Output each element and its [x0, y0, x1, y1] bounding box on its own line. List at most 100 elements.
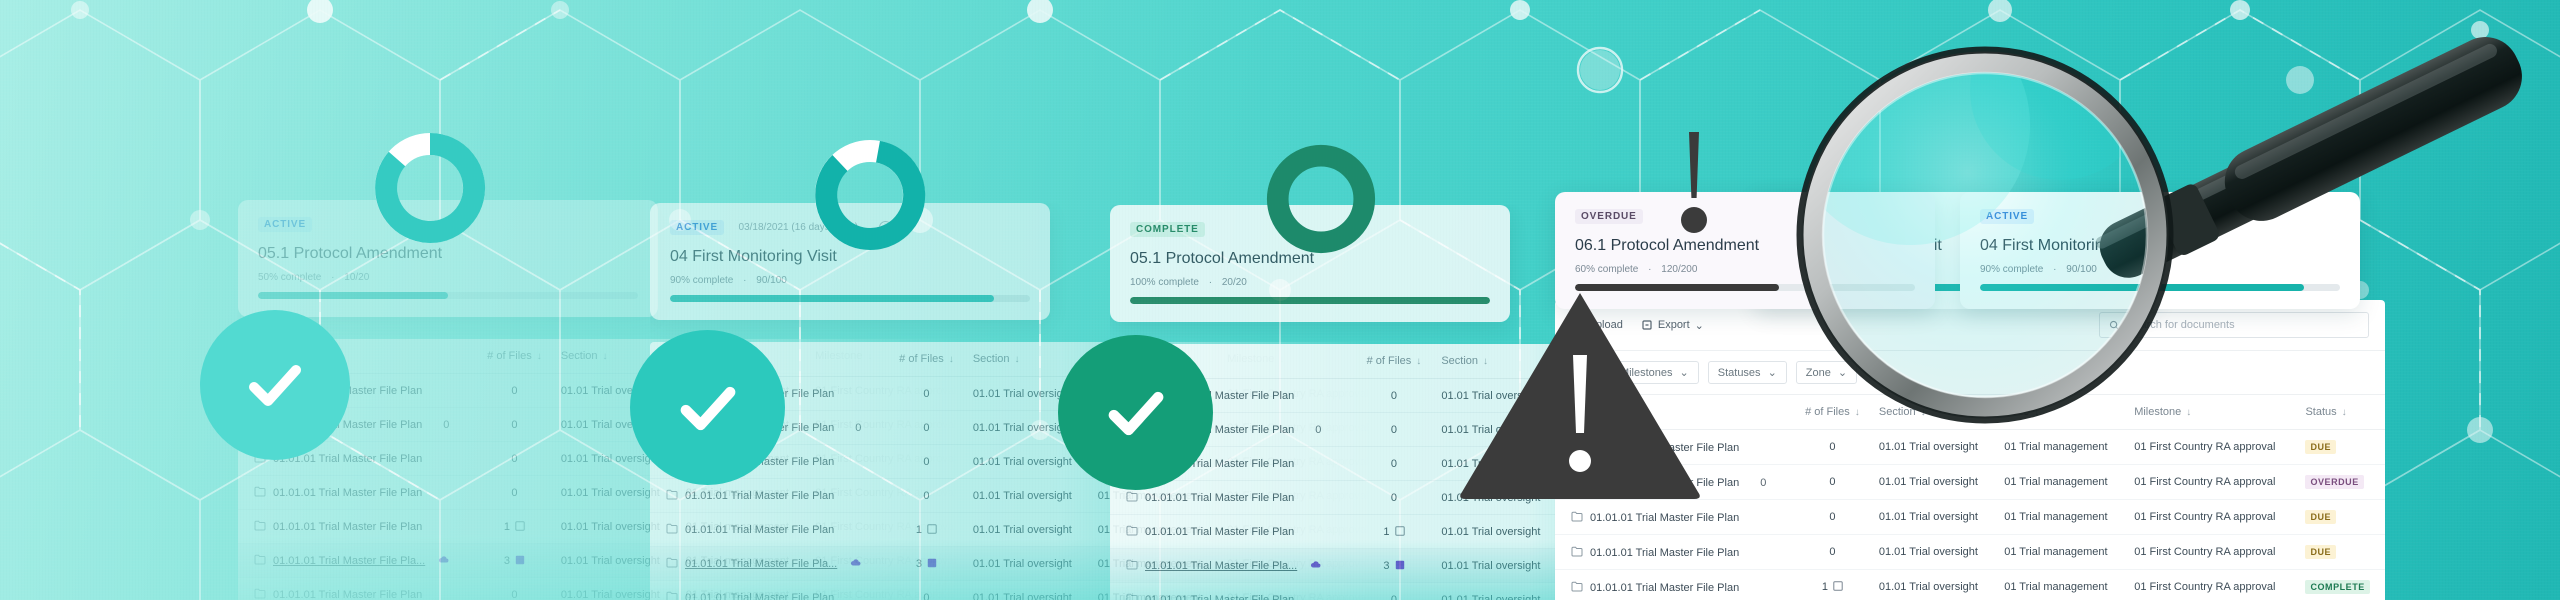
cell-name[interactable]: 01.01.01 Trial Master File Plan [1110, 582, 1355, 600]
separator-dot: · [2053, 264, 2057, 275]
sort-arrow-down-icon: ↓ [602, 351, 608, 362]
document-link-icon [1394, 525, 1405, 536]
cell-files: 0 [888, 376, 965, 411]
check-circle-icon [1058, 335, 1213, 490]
col-status[interactable]: Status ↓ [2297, 395, 2385, 430]
cell-files: 0 [888, 580, 965, 600]
progress-bar-fill [258, 292, 448, 299]
cell-name[interactable]: 01.01.01 Trial Master File Pla... [650, 546, 889, 581]
exclamation-mark-icon [1681, 132, 1707, 233]
donut-progress-ring [1266, 144, 1376, 254]
separator-dot: · [331, 272, 335, 283]
cell-status: OVERDUE [2297, 464, 2385, 500]
cell-files: 0 [1793, 499, 1871, 535]
col-section[interactable]: Section ↓ [1870, 395, 1997, 430]
progress-bar-fill [1980, 284, 2304, 291]
sort-arrow-down-icon: ↓ [948, 354, 954, 365]
cell-zone: 01 Trial management [1996, 499, 2127, 535]
search-icon [2109, 320, 2119, 330]
filter-statuses[interactable]: Statuses ⌄ [1707, 361, 1787, 384]
card-progress-text: 90% complete · 90/100 [1980, 264, 2340, 275]
cell-section: 01.01 Trial oversight [1870, 499, 1997, 535]
folder-icon [1571, 511, 1583, 521]
col-zone[interactable]: Zone↓ [1996, 395, 2127, 430]
card-title: 06.1 Protocol Amendment [1575, 237, 1760, 254]
cell-status: DUE [2297, 429, 2385, 465]
cell-name[interactable]: 01.01.01 Trial Master File Plan [1555, 569, 1794, 600]
card-title: 05.1 Protocol Amendment [258, 245, 443, 262]
cell-files: 1 [476, 509, 553, 544]
percent-text: 90% complete [670, 275, 734, 286]
cell-milestone: 01 First Country RA approval [2126, 429, 2298, 465]
cell-name[interactable]: 01.01.01 Trial Master File Plan [650, 478, 889, 513]
col-files[interactable]: # of Files ↓ [1793, 395, 1871, 430]
document-filled-icon [515, 555, 525, 564]
cell-milestone: 01 First Country RA approval [2126, 569, 2298, 600]
cell-name[interactable]: 01.01.01 Trial Master File Plan [1555, 534, 1794, 570]
cell-section: 01.01 Trial oversight [1433, 514, 1562, 549]
percent-text: 50% complete [258, 272, 322, 283]
table-row[interactable]: 01.01.01 Trial Master File Plan 1 01.01 Tr… [1555, 569, 2385, 600]
sort-arrow-down-icon: ↓ [1920, 407, 1926, 418]
search-input[interactable]: Search for documents [2099, 312, 2369, 338]
status-badge: DUE [2305, 510, 2337, 524]
separator-dot: · [743, 275, 747, 286]
cell-name[interactable]: 01.01.01 Trial Master File Plan [1555, 499, 1794, 535]
sort-arrow-down-icon: ↓ [536, 351, 542, 362]
folder-icon [666, 591, 678, 600]
chevron-down-icon: ⌄ [1837, 367, 1848, 379]
shared-cloud-icon [851, 559, 861, 566]
folder-icon [666, 489, 678, 500]
cell-section: 01.01 Trial oversight [1870, 464, 1997, 500]
col-files[interactable]: # of Files ↓ [888, 342, 965, 377]
count-text: 20/20 [1221, 277, 1247, 288]
percent-text: 100% complete [1130, 277, 1199, 288]
progress-bar [1130, 297, 1490, 304]
cell-files: 0 [1354, 582, 1434, 600]
count-text: 10/20 [344, 272, 370, 283]
cell-files: 0 [476, 407, 553, 442]
warning-triangle-icon [1460, 293, 1700, 499]
cell-section: 01.01 Trial oversight [1433, 548, 1562, 583]
cell-files: 1 [888, 512, 965, 547]
sort-arrow-down-icon: ↓ [2341, 407, 2347, 418]
cell-files: 0 [888, 444, 965, 479]
milestone-card[interactable]: ACTIVE 04 First Monitoring Visit 90% com… [1960, 192, 2360, 309]
cell-name[interactable]: 01.01.01 Trial Master File Plan [238, 475, 477, 510]
folder-icon [1126, 559, 1138, 570]
table-row[interactable]: 01.01.01 Trial Master File Plan001.01 Tr… [1555, 499, 2385, 535]
cell-name[interactable]: 01.01.01 Trial Master File Plan [650, 580, 889, 600]
filter-zone[interactable]: Zone ⌄ [1795, 361, 1858, 384]
cell-files: 0 [888, 410, 965, 445]
cell-files: 0 [476, 441, 553, 476]
cell-files: 3 [1354, 548, 1434, 583]
cell-section: 01.01 Trial oversight [1870, 429, 1997, 465]
col-files[interactable]: # of Files ↓ [1354, 344, 1434, 379]
cell-files: 0 [1354, 480, 1434, 515]
app-screenshot-panel-6: ACTIVE 04 First Monitoring Visit 90% com… [1960, 192, 2380, 309]
table-row[interactable]: 01.01.01 Trial Master File Plan001.01 Tr… [1555, 534, 2385, 570]
count-text: 120/200 [1661, 264, 1698, 275]
donut-progress-ring [375, 133, 486, 243]
cell-name[interactable]: 01.01.01 Trial Master File Plan [1110, 514, 1355, 549]
cell-status: DUE [2297, 499, 2385, 535]
sort-arrow-down-icon: ↓ [2186, 407, 2192, 418]
cell-zone: 01 Trial management [1996, 464, 2127, 500]
col-milestone[interactable]: Milestone↓ [2126, 395, 2298, 430]
cell-files: 1 [1354, 514, 1434, 549]
count-text: 90/100 [2066, 264, 2097, 275]
hero-banner: ACTIVE 05.1 Protocol Amendment 50% compl… [0, 0, 2560, 600]
cell-name[interactable]: 01.01.01 Trial Master File Plan [238, 577, 477, 600]
cell-name[interactable]: 01.01.01 Trial Master File Pla... [238, 543, 477, 578]
cell-section: 01.01 Trial oversight [964, 512, 1090, 547]
cell-files: 0 [1793, 464, 1871, 500]
cell-zone: 01 Trial management [1996, 569, 2127, 600]
cell-name[interactable]: 01.01.01 Trial Master File Pla... [1110, 548, 1355, 583]
folder-icon [1126, 593, 1138, 600]
cell-name[interactable]: 01.01.01 Trial Master File Plan [650, 512, 889, 547]
check-circle-icon [200, 310, 350, 460]
cell-name[interactable]: 01.01.01 Trial Master File Plan [238, 509, 477, 544]
col-files[interactable]: # of Files ↓ [476, 339, 553, 374]
separator-dot: · [1648, 264, 1652, 275]
status-badge: COMPLETE [2305, 580, 2370, 594]
